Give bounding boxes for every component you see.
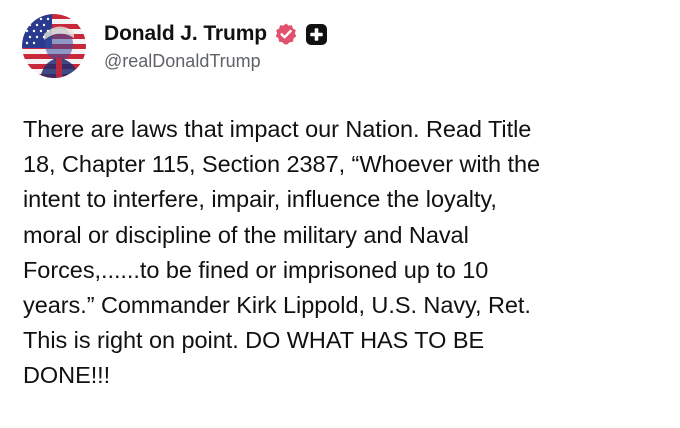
post-header: Donald J. Trump @realDonaldTrump (22, 14, 328, 78)
author-identity: Donald J. Trump @realDonaldTrump (104, 20, 328, 72)
post-text-line: Forces,......to be fined or imprisoned u… (23, 256, 489, 283)
name-row: Donald J. Trump (104, 20, 328, 48)
verified-badge-icon (274, 22, 298, 46)
avatar[interactable] (22, 14, 86, 78)
post-text-line: intent to interfere, impair, influence t… (23, 186, 497, 213)
post-text-line: 18, Chapter 115, Section 2387, “Whoever … (23, 151, 541, 178)
author-handle[interactable]: @realDonaldTrump (104, 51, 327, 72)
post-text-line: moral or discipline of the military and … (23, 221, 469, 248)
post-text-line: This is right on point. DO WHAT HAS TO B… (23, 327, 485, 354)
post-text: There are laws that impact our Nation. R… (23, 112, 663, 394)
subscriber-plus-icon (306, 23, 328, 45)
post-card: Donald J. Trump @realDonaldTrump There a… (0, 0, 680, 428)
author-display-name[interactable]: Donald J. Trump (104, 22, 267, 46)
post-text-line: years.” Commander Kirk Lippold, U.S. Nav… (23, 292, 531, 319)
profile-photo-flag-avatar (22, 14, 86, 78)
post-text-line: DONE!!! (23, 362, 111, 389)
post-text-line: There are laws that impact our Nation. R… (23, 116, 532, 142)
